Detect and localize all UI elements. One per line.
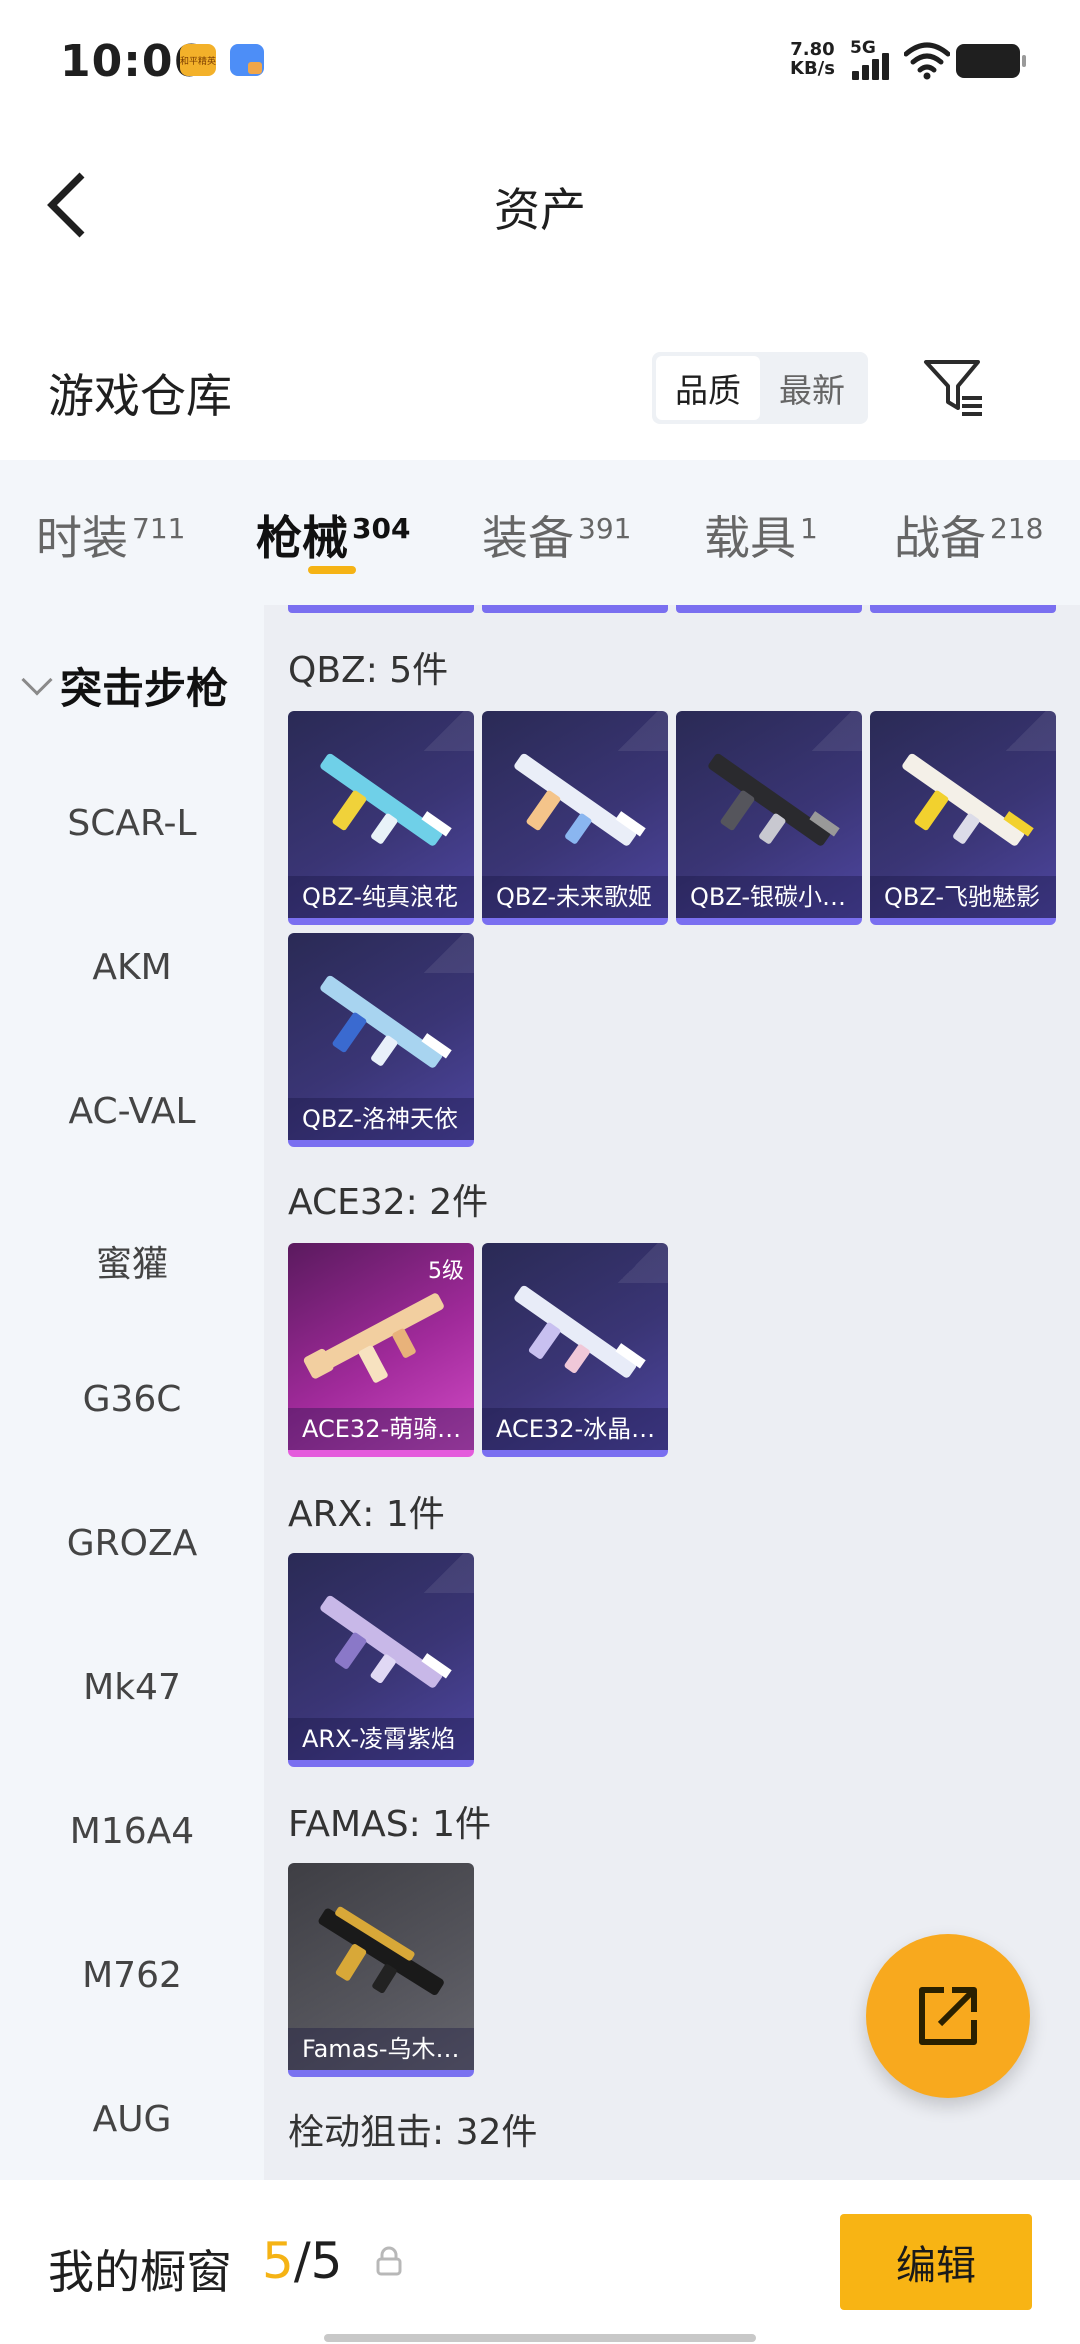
weapon-name: QBZ-洛神天依 (288, 1098, 474, 1140)
rifle-skin-icon (902, 753, 1034, 846)
tab-equipment[interactable]: 装备 391 (482, 502, 631, 568)
status-bar: 10:06 和平精英 7.80 KB/s 5G (0, 0, 1080, 120)
weapon-name: ACE32-冰晶… (482, 1408, 668, 1450)
group-title-famas: FAMAS: 1件 (288, 1804, 492, 1845)
header: 资产 (0, 120, 1080, 280)
rifle-skin-icon (303, 1293, 444, 1383)
weapon-name: QBZ-飞驰魅影 (870, 876, 1056, 918)
battery-icon (956, 44, 1026, 78)
sidebar-item-g36c[interactable]: G36C (0, 1379, 264, 1420)
sidebar-item-akm[interactable]: AKM (0, 947, 264, 988)
sidebar-item-m762[interactable]: M762 (0, 1955, 264, 1996)
showcase-label: 我的橱窗 (48, 2245, 232, 2299)
partial-card (482, 605, 668, 613)
weapon-name: QBZ-未来歌姬 (482, 876, 668, 918)
rifle-skin-icon (320, 1595, 452, 1688)
sidebar-category-assault-rifle[interactable]: 突击步枪 (20, 655, 228, 716)
showcase-count: 5/5 (262, 2232, 343, 2290)
tab-weapons[interactable]: 枪械 304 (256, 502, 410, 568)
partial-card (676, 605, 862, 613)
rifle-skin-icon (514, 1285, 646, 1378)
app-notification-icon (230, 44, 264, 76)
weapon-card[interactable]: ARX-凌霄紫焰 (288, 1553, 474, 1767)
warehouse-title: 游戏仓库 (48, 369, 232, 423)
weapon-card[interactable]: QBZ-飞驰魅影 (870, 711, 1056, 925)
weapon-name: QBZ-银碳小… (676, 876, 862, 918)
weapon-card[interactable]: ACE32-冰晶… (482, 1243, 668, 1457)
tab-fashion[interactable]: 时装 711 (36, 502, 185, 568)
lock-icon (376, 2246, 402, 2276)
weapon-card[interactable]: QBZ-银碳小… (676, 711, 862, 925)
wifi-icon (904, 42, 950, 80)
sidebar-item-ac-val[interactable]: AC-VAL (0, 1091, 264, 1132)
weapon-name: QBZ-纯真浪花 (288, 876, 474, 918)
group-title-qbz: QBZ: 5件 (288, 650, 449, 691)
sidebar-item-m16a4[interactable]: M16A4 (0, 1811, 264, 1852)
share-export-icon (919, 1987, 977, 2045)
weapon-card[interactable]: Famas-乌木… (288, 1863, 474, 2077)
group-title-ace32: ACE32: 2件 (288, 1182, 489, 1223)
tab-vehicles[interactable]: 载具 1 (704, 502, 818, 568)
sidebar-item-groza[interactable]: GROZA (0, 1523, 264, 1564)
showcase-bar: 我的橱窗 5/5 编辑 (0, 2180, 1080, 2344)
rifle-skin-icon (708, 753, 840, 846)
net-speed: 7.80 KB/s (790, 39, 835, 79)
tab-supplies[interactable]: 战备 218 (894, 502, 1043, 568)
sort-quality-option[interactable]: 品质 (656, 356, 760, 420)
weapon-name: ACE32-萌骑… (288, 1408, 474, 1450)
sidebar-item-mk47[interactable]: Mk47 (0, 1667, 264, 1708)
group-title-bolt-action: 栓动狙击: 32件 (288, 2112, 538, 2153)
weapon-card[interactable]: QBZ-洛神天依 (288, 933, 474, 1147)
edit-button[interactable]: 编辑 (840, 2214, 1032, 2310)
weapon-name: Famas-乌木… (288, 2028, 474, 2070)
home-indicator[interactable] (324, 2334, 756, 2342)
rifle-skin-icon (320, 753, 452, 846)
sort-newest-option[interactable]: 最新 (760, 356, 864, 420)
weapon-card[interactable]: QBZ-纯真浪花 (288, 711, 474, 925)
chevron-down-icon (21, 664, 53, 696)
weapon-sidebar: 突击步枪 SCAR-L AKM AC-VAL 蜜獾 G36C GROZA Mk4… (0, 605, 264, 2180)
weapon-name: ARX-凌霄紫焰 (288, 1718, 474, 1760)
game-app-icon: 和平精英 (180, 44, 216, 76)
sidebar-item-scar-l[interactable]: SCAR-L (0, 803, 264, 844)
signal-icon (852, 50, 896, 80)
sort-toggle: 品质 最新 (652, 352, 868, 424)
group-title-arx: ARX: 1件 (288, 1494, 445, 1535)
weapon-card[interactable]: QBZ-未来歌姬 (482, 711, 668, 925)
partial-card (288, 605, 474, 613)
rifle-skin-icon (514, 753, 646, 846)
share-button[interactable] (866, 1934, 1030, 2098)
weapon-card[interactable]: 5级 ACE32-萌骑… (288, 1243, 474, 1457)
rifle-skin-icon (320, 975, 452, 1068)
partial-card (870, 605, 1056, 613)
page-title: 资产 (494, 183, 586, 237)
sidebar-item-aug[interactable]: AUG (0, 2099, 264, 2140)
filter-icon[interactable] (920, 354, 986, 420)
rifle-skin-icon (318, 1906, 444, 1995)
category-tabs: 时装 711 枪械 304 装备 391 载具 1 战备 218 (0, 460, 1080, 605)
sidebar-item-honey-badger[interactable]: 蜜獾 (0, 1235, 264, 1287)
active-tab-indicator (308, 566, 356, 574)
